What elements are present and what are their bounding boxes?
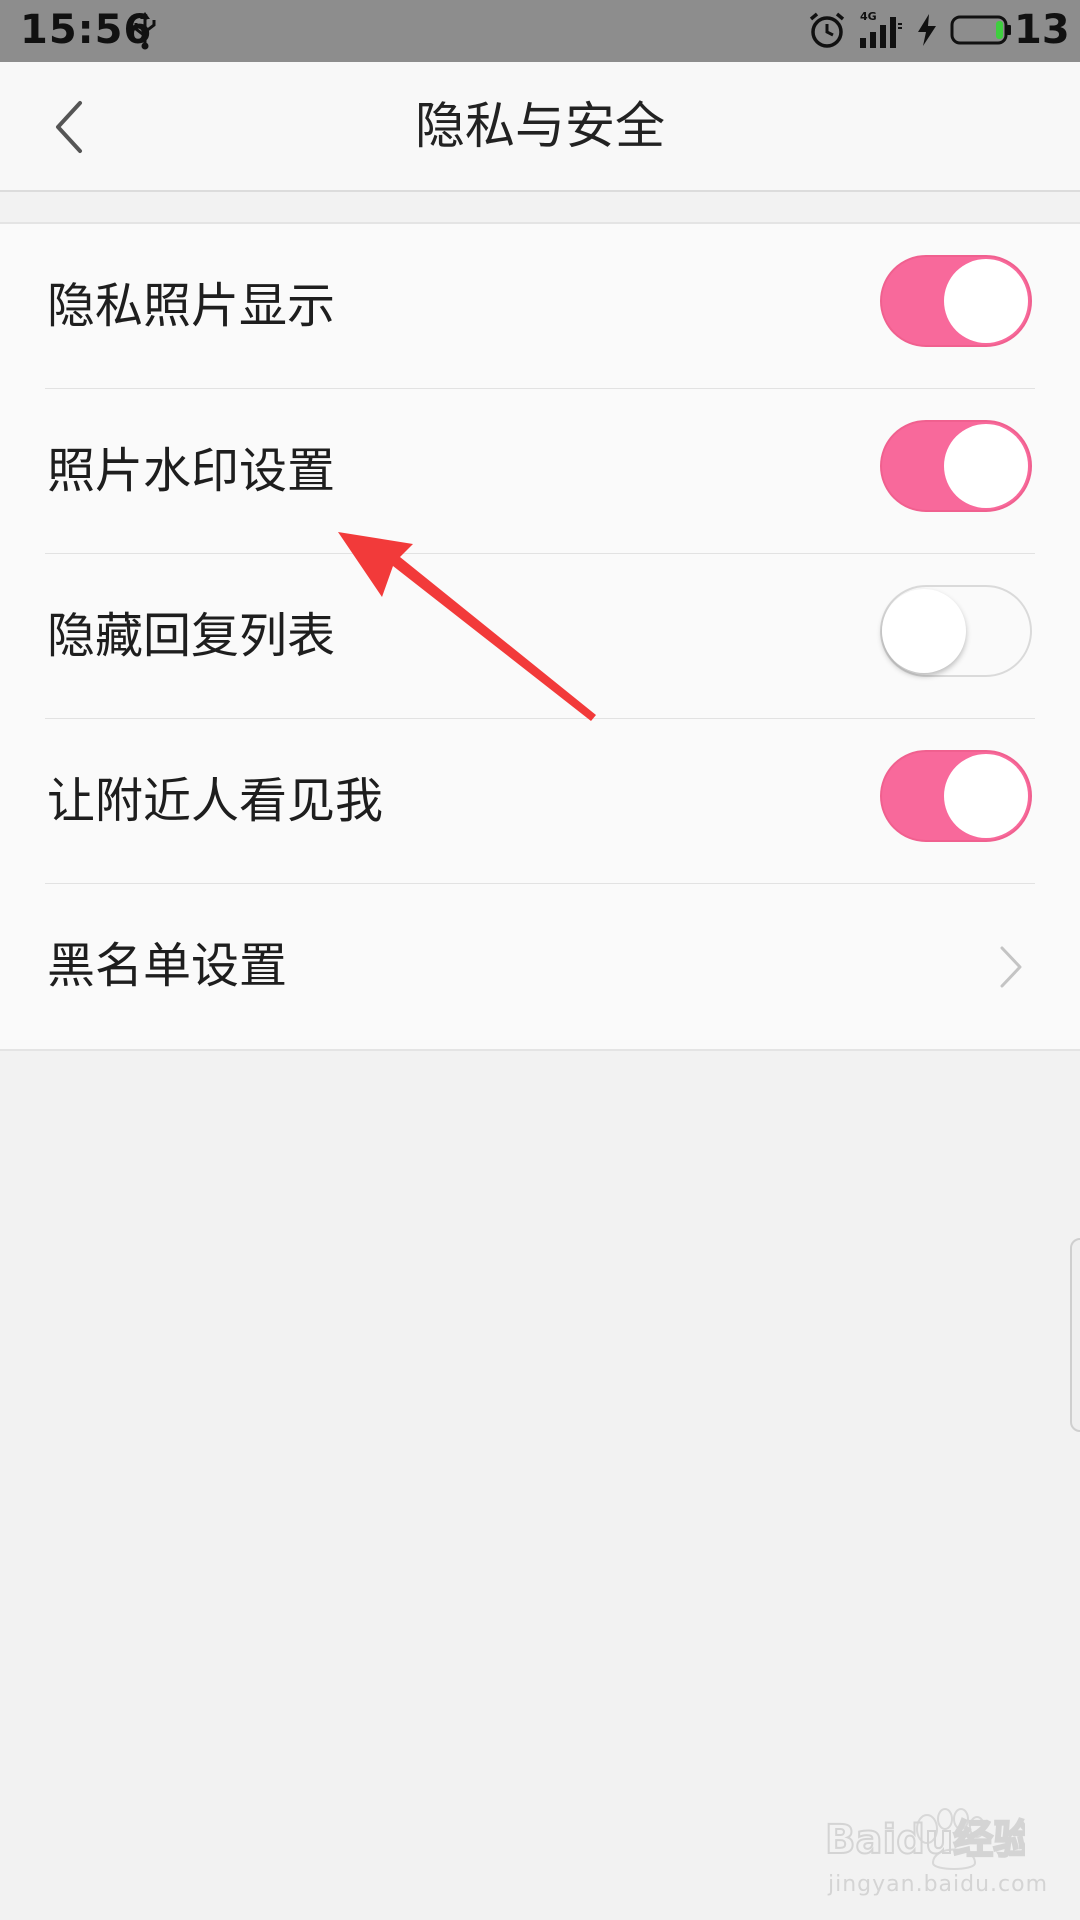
battery-icon	[950, 15, 1011, 45]
setting-label: 照片水印设置	[47, 443, 336, 499]
toggle-knob	[944, 259, 1028, 343]
setting-row-photo-watermark[interactable]: 照片水印设置	[0, 389, 1080, 554]
status-bar: 15:56 4G 13	[0, 0, 1080, 62]
charging-icon	[918, 14, 936, 46]
setting-row-hide-reply-list[interactable]: 隐藏回复列表	[0, 554, 1080, 719]
alarm-clock-icon	[809, 12, 845, 48]
side-scroll-handle[interactable]	[1070, 1238, 1080, 1432]
watermark-url: jingyan.baidu.com	[828, 1872, 1049, 1897]
setting-row-private-photo-display[interactable]: 隐私照片显示	[0, 224, 1080, 389]
settings-list: 隐私照片显示 照片水印设置 隐藏回复列表 让附近人看见我 黑名单设置	[0, 222, 1080, 1051]
setting-row-blacklist[interactable]: 黑名单设置	[0, 884, 1080, 1049]
page-title: 隐私与安全	[415, 97, 665, 155]
watermark-logo-text: Baidu经验	[825, 1817, 1025, 1863]
toggle-knob	[944, 754, 1028, 838]
network-type-label: 4G	[860, 10, 877, 23]
setting-row-visible-to-nearby[interactable]: 让附近人看见我	[0, 719, 1080, 884]
photo-watermark-toggle[interactable]	[880, 420, 1032, 512]
toggle-knob	[944, 424, 1028, 508]
setting-label: 让附近人看见我	[47, 773, 384, 829]
setting-label: 隐私照片显示	[47, 278, 336, 334]
visible-to-nearby-toggle[interactable]	[880, 750, 1032, 842]
private-photo-display-toggle[interactable]	[880, 255, 1032, 347]
setting-label: 黑名单设置	[47, 938, 288, 994]
signal-icon: 4G	[860, 10, 902, 48]
baidu-jingyan-watermark-logo: Baidu经验	[825, 1808, 1025, 1870]
battery-level: 13	[1014, 7, 1070, 53]
chevron-right-icon	[1000, 946, 1022, 988]
toggle-knob	[882, 589, 966, 673]
header-bar: 隐私与安全	[0, 62, 1080, 192]
usb-icon	[134, 12, 156, 50]
hide-reply-list-toggle[interactable]	[880, 585, 1032, 677]
setting-label: 隐藏回复列表	[47, 608, 336, 664]
